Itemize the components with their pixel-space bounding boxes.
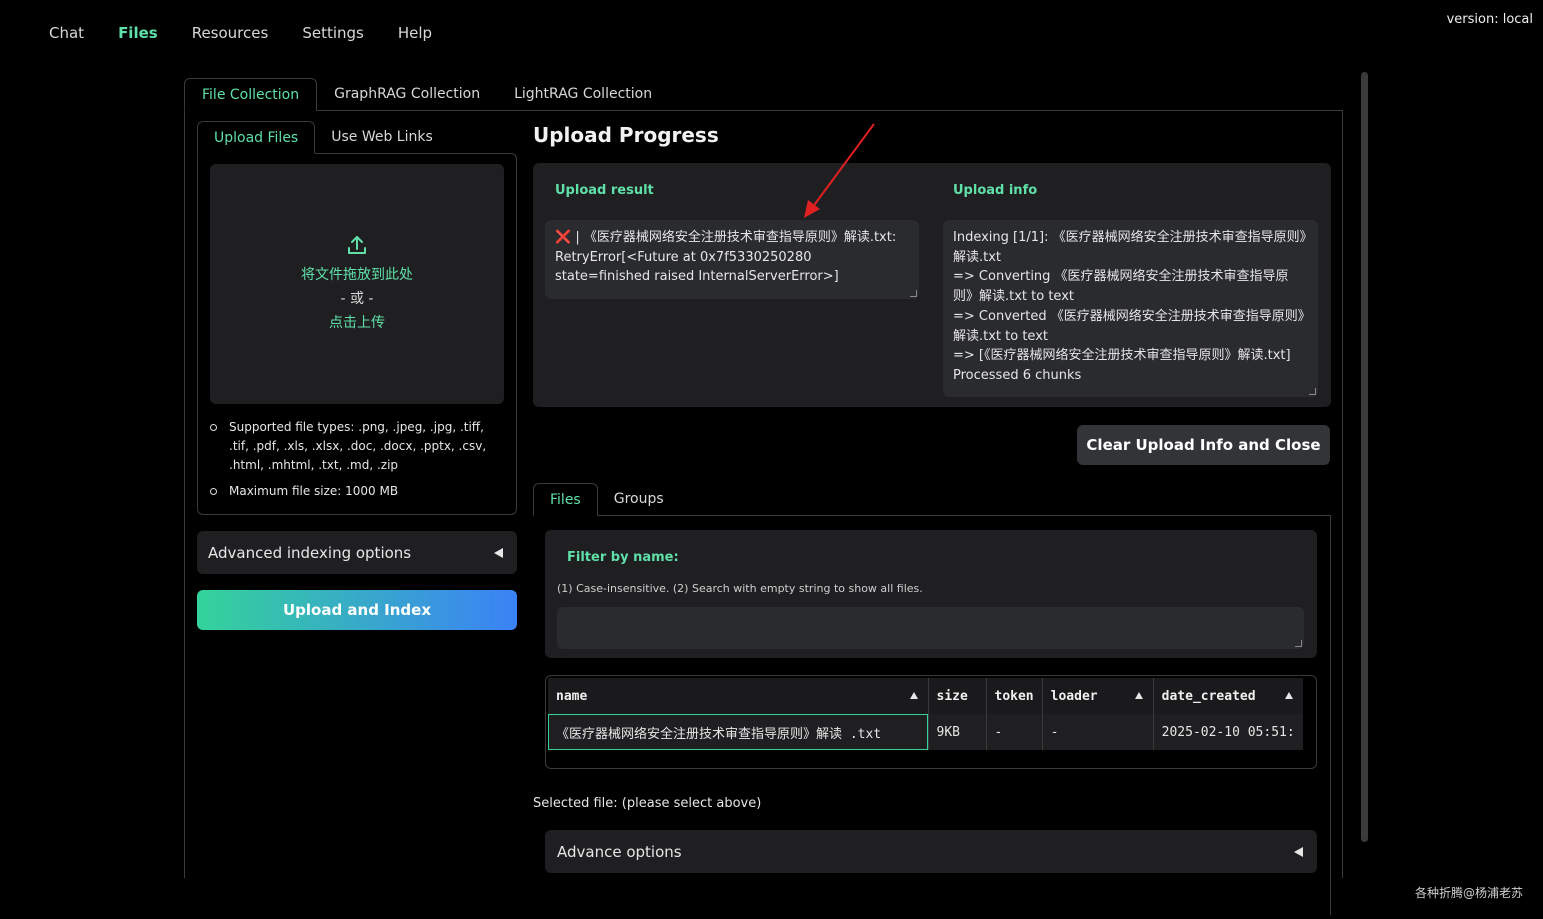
- file-notes: Supported file types: .png, .jpeg, .jpg,…: [210, 418, 504, 501]
- filter-label: Filter by name:: [567, 550, 679, 565]
- upload-info-label: Upload info: [953, 183, 1038, 198]
- tab-graphrag-collection[interactable]: GraphRAG Collection: [317, 78, 497, 111]
- resize-handle-icon[interactable]: [1295, 640, 1302, 647]
- nav-help[interactable]: Help: [381, 20, 449, 46]
- upload-result-box[interactable]: ❌ | 《医疗器械网络安全注册技术审查指导原则》解读.txt: RetryErr…: [545, 220, 919, 299]
- tab-file-collection[interactable]: File Collection: [184, 78, 318, 111]
- max-file-size: Maximum file size: 1000 MB: [210, 482, 504, 501]
- page-scrollbar[interactable]: [1361, 72, 1368, 842]
- selected-file-label: Selected file: (please select above): [533, 796, 762, 811]
- upload-result-label: Upload result: [555, 183, 654, 198]
- watermark: 各种折腾@杨浦老苏: [1414, 886, 1523, 900]
- progress-column: Upload Progress Upload result ❌ | 《医疗器械网…: [533, 111, 1331, 915]
- collection-tabs: File Collection GraphRAG Collection Ligh…: [184, 78, 1343, 111]
- files-section: Files Groups Filter by name: (1) Case-in…: [533, 483, 1331, 915]
- cell-date-created[interactable]: 2025-02-10 05:51:: [1153, 714, 1304, 750]
- column-header-token[interactable]: token: [986, 678, 1043, 714]
- supported-types: Supported file types: .png, .jpeg, .jpg,…: [210, 418, 504, 475]
- nav-chat[interactable]: Chat: [32, 20, 101, 46]
- tab-groups[interactable]: Groups: [598, 483, 680, 516]
- cell-size[interactable]: 9KB: [928, 714, 987, 750]
- tab-upload-files[interactable]: Upload Files: [197, 121, 316, 154]
- resize-handle-icon[interactable]: [910, 290, 917, 297]
- upload-panel: 将文件拖放到此处 - 或 - 点击上传 Supported file types…: [197, 153, 517, 515]
- tab-files[interactable]: Files: [533, 483, 598, 516]
- column-header-size[interactable]: size: [928, 678, 987, 714]
- upload-column: Upload Files Use Web Links 将文件拖放到此处 - 或 …: [197, 121, 517, 630]
- clear-upload-info-button[interactable]: Clear Upload Info and Close: [1077, 425, 1330, 465]
- sort-asc-icon: [1134, 692, 1143, 699]
- column-header-loader[interactable]: loader: [1042, 678, 1154, 714]
- sort-asc-icon: [909, 692, 918, 699]
- error-icon: ❌: [555, 230, 572, 245]
- info-line: => [《医疗器械网络安全注册技术审查指导原则》解读.txt] Processe…: [953, 348, 1291, 383]
- column-header-date-created[interactable]: date_created: [1153, 678, 1304, 714]
- filter-input[interactable]: [557, 607, 1304, 649]
- advanced-indexing-accordion[interactable]: Advanced indexing options: [197, 531, 517, 574]
- cell-token[interactable]: -: [986, 714, 1043, 750]
- version-label: version: local: [1446, 12, 1533, 27]
- or-text: - 或 -: [340, 291, 374, 307]
- upload-info-box[interactable]: Indexing [1/1]: 《医疗器械网络安全注册技术审查指导原则》解读.t…: [943, 220, 1318, 397]
- collapse-triangle-icon: [494, 547, 503, 558]
- files-tabs: Files Groups: [533, 483, 1331, 516]
- resize-handle-icon[interactable]: [1309, 388, 1316, 395]
- nav-resources[interactable]: Resources: [175, 20, 286, 46]
- table-header-row: name size token loader date_created: [548, 678, 1304, 714]
- advance-options-label: Advance options: [557, 842, 682, 861]
- top-nav: Chat Files Resources Settings Help: [32, 20, 449, 46]
- click-upload-text: 点击上传: [329, 315, 385, 331]
- upload-and-index-button[interactable]: Upload and Index: [197, 590, 517, 630]
- cell-name[interactable]: 《医疗器械网络安全注册技术审查指导原则》解读 .txt: [548, 714, 929, 750]
- tab-lightrag-collection[interactable]: LightRAG Collection: [497, 78, 669, 111]
- advance-options-accordion[interactable]: Advance options: [545, 830, 1317, 873]
- nav-files[interactable]: Files: [101, 20, 175, 46]
- nav-settings[interactable]: Settings: [285, 20, 381, 46]
- advanced-indexing-label: Advanced indexing options: [208, 543, 412, 562]
- drop-text: 将文件拖放到此处: [301, 267, 413, 283]
- upload-info-card: Upload result ❌ | 《医疗器械网络安全注册技术审查指导原则》解读…: [533, 163, 1331, 407]
- files-table: name size token loader date_created 《医疗器…: [545, 675, 1317, 769]
- table-row[interactable]: 《医疗器械网络安全注册技术审查指导原则》解读 .txt 9KB - - 2025…: [548, 714, 1304, 750]
- tab-use-web-links[interactable]: Use Web Links: [315, 121, 449, 154]
- info-line: Indexing [1/1]: 《医疗器械网络安全注册技术审查指导原则》解读.t…: [953, 230, 1307, 265]
- files-panel: Filter by name: (1) Case-insensitive. (2…: [533, 515, 1331, 915]
- filter-hint: (1) Case-insensitive. (2) Search with em…: [557, 582, 923, 595]
- upload-tabs: Upload Files Use Web Links: [197, 121, 517, 154]
- upload-progress-title: Upload Progress: [533, 123, 719, 147]
- collapse-triangle-icon: [1294, 846, 1303, 857]
- info-line: => Converting 《医疗器械网络安全注册技术审查指导原则》解读.txt…: [953, 269, 1289, 305]
- filter-card: Filter by name: (1) Case-insensitive. (2…: [545, 530, 1317, 658]
- file-collection-panel: Upload Files Use Web Links 将文件拖放到此处 - 或 …: [184, 110, 1343, 915]
- sort-asc-icon: [1285, 692, 1294, 699]
- column-header-name[interactable]: name: [548, 678, 929, 714]
- file-dropzone[interactable]: 将文件拖放到此处 - 或 - 点击上传: [210, 164, 504, 404]
- upload-icon: [348, 236, 366, 254]
- main-container: File Collection GraphRAG Collection Ligh…: [184, 78, 1343, 915]
- upload-result-text: | 《医疗器械网络安全注册技术审查指导原则》解读.txt: RetryError…: [555, 230, 897, 285]
- info-line: => Converted 《医疗器械网络安全注册技术审查指导原则》解读.txt …: [953, 308, 1305, 344]
- cell-loader[interactable]: -: [1042, 714, 1154, 750]
